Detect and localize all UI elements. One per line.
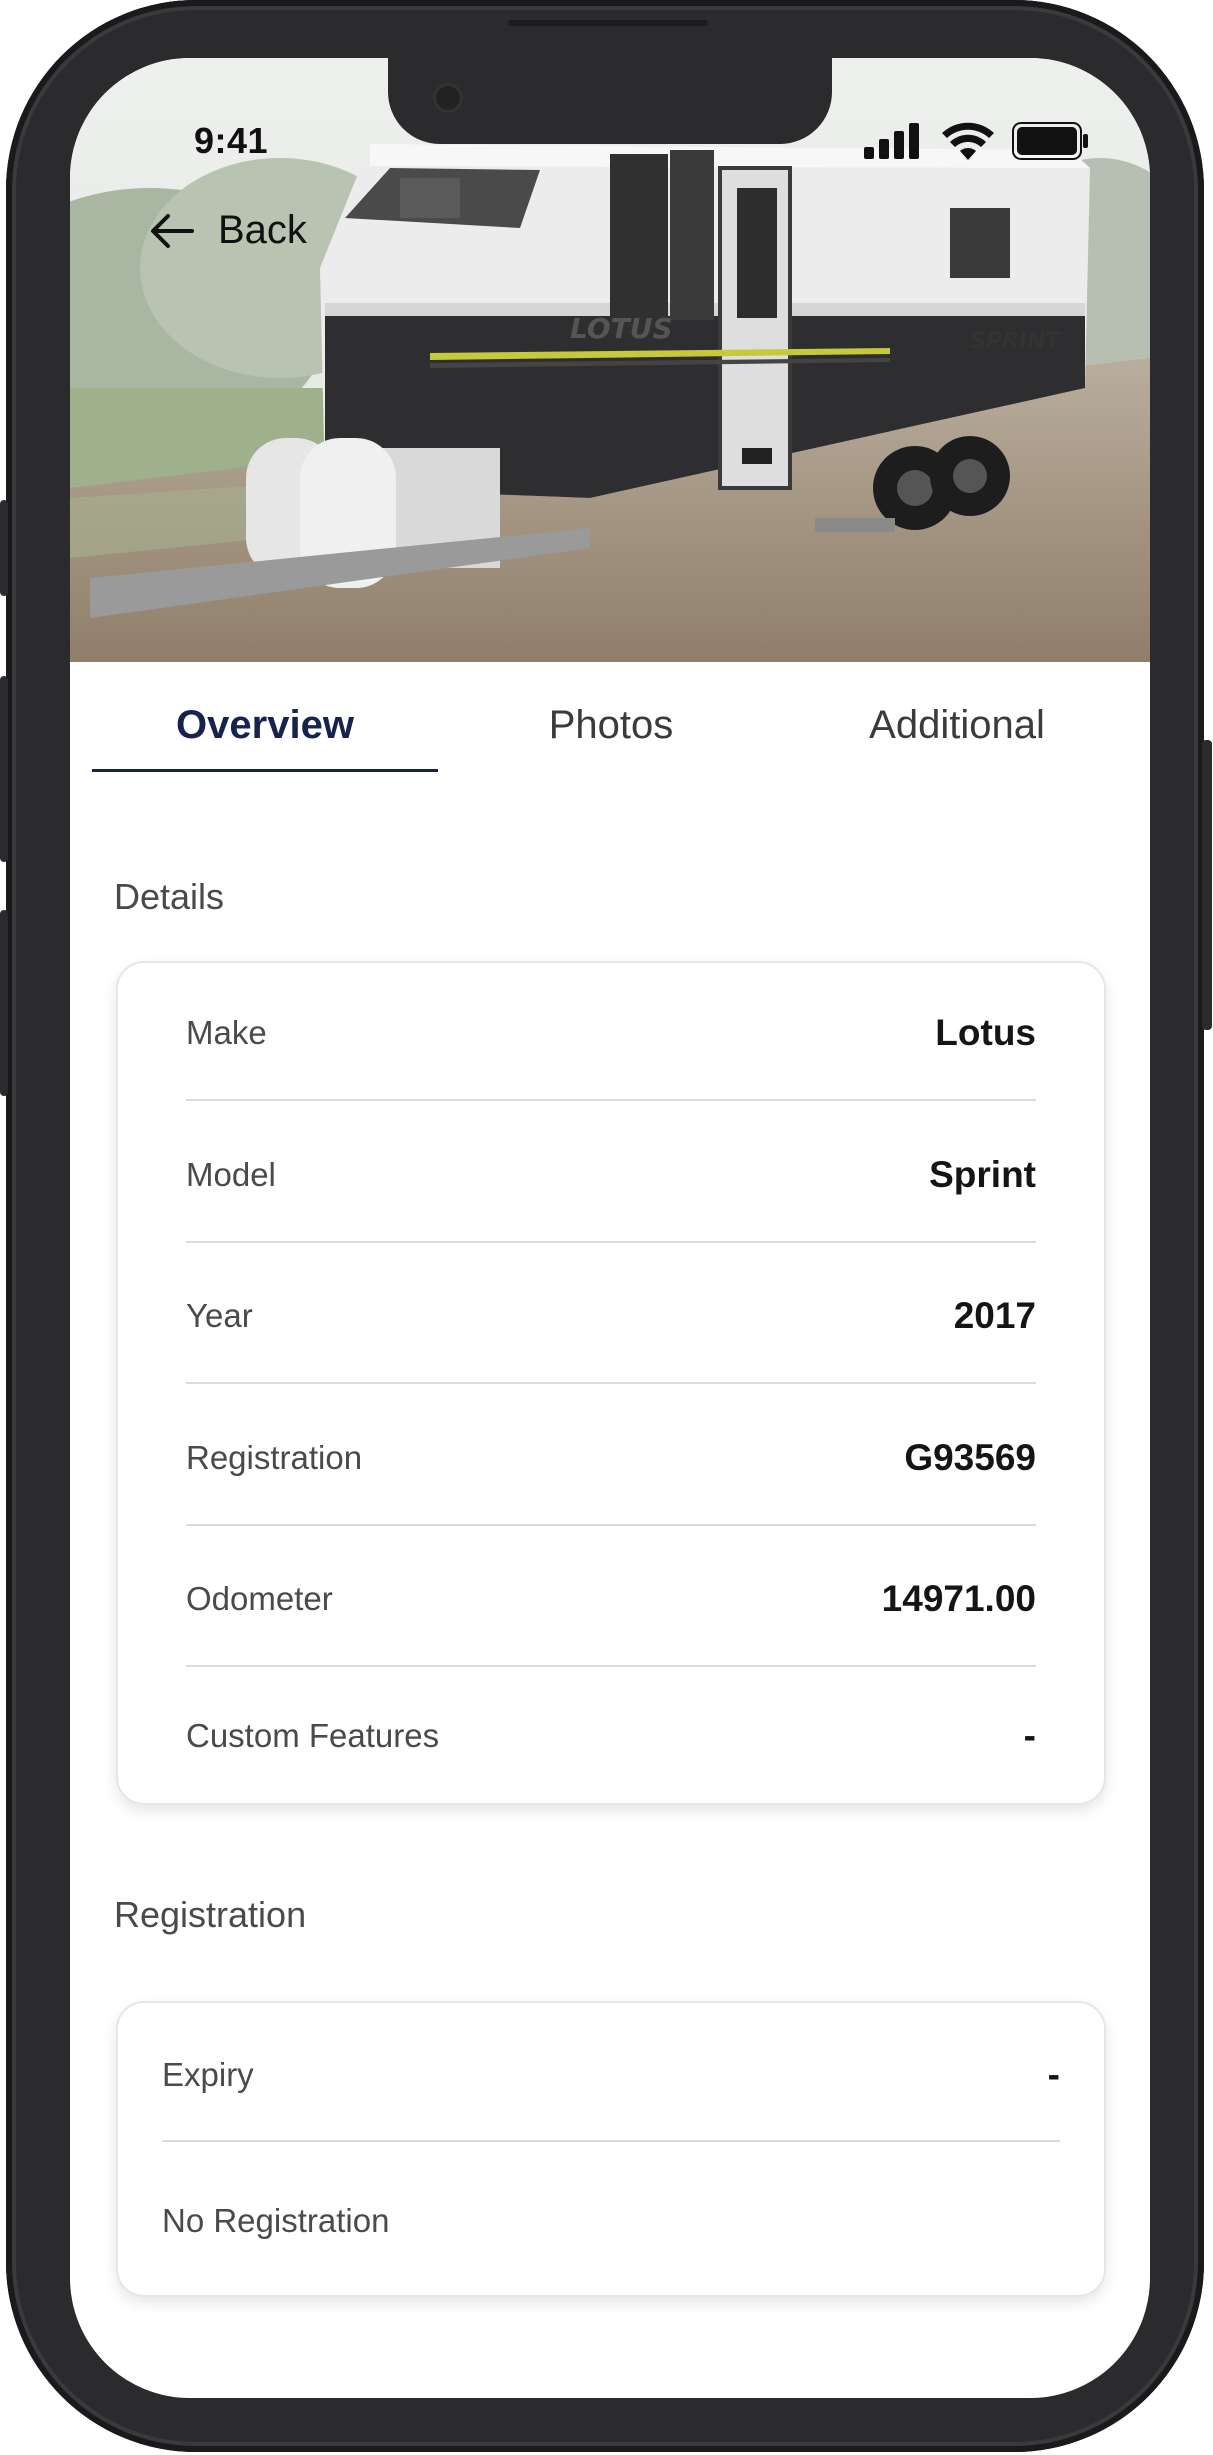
- detail-label: Model: [186, 1156, 276, 1193]
- screen: LOTUS SPRINT 9:41 Back Overview Photos A…: [70, 58, 1150, 2398]
- phone-frame: LOTUS SPRINT 9:41 Back Overview Photos A…: [0, 0, 1212, 2452]
- tab-overview[interactable]: Overview: [92, 676, 438, 772]
- row-divider: [186, 1524, 1036, 1526]
- detail-row-make: Make Lotus: [186, 991, 1036, 1075]
- caravan-model-text: SPRINT: [970, 329, 1063, 354]
- tab-bar: Overview Photos Additional: [92, 676, 1132, 772]
- detail-label: Custom Features: [186, 1717, 440, 1754]
- detail-value: Lotus: [935, 1012, 1036, 1053]
- detail-value: Sprint: [929, 1154, 1036, 1195]
- expiry-value: -: [1047, 2054, 1060, 2095]
- row-divider: [186, 1382, 1036, 1384]
- detail-row-custom-features: Custom Features -: [186, 1697, 1036, 1775]
- details-section-title: Details: [114, 876, 225, 917]
- cellular-signal-icon: [864, 123, 919, 159]
- registration-card: Expiry - No Registration: [116, 2001, 1106, 2297]
- front-camera: [436, 86, 460, 110]
- side-button-left-mid: [0, 676, 8, 862]
- detail-value: 14971.00: [881, 1578, 1036, 1619]
- back-label: Back: [218, 208, 307, 252]
- detail-row-odometer: Odometer 14971.00: [186, 1557, 1036, 1641]
- side-button-right: [1202, 740, 1212, 1030]
- tab-additional[interactable]: Additional: [784, 676, 1130, 772]
- battery-icon: [1012, 122, 1088, 160]
- detail-label: Year: [186, 1297, 253, 1334]
- detail-label: Odometer: [186, 1580, 333, 1617]
- expiry-label: Expiry: [162, 2056, 254, 2093]
- back-button[interactable]: Back: [150, 208, 307, 253]
- detail-row-model: Model Sprint: [186, 1133, 1036, 1217]
- caravan-brand-text: LOTUS: [570, 312, 673, 345]
- details-card: Make Lotus Model Sprint Year 2017 Regist…: [116, 961, 1106, 1805]
- registration-status-row: No Registration: [162, 2183, 1060, 2259]
- detail-label: Registration: [186, 1439, 363, 1476]
- detail-value: G93569: [904, 1437, 1036, 1478]
- detail-value: -: [1023, 1715, 1036, 1756]
- registration-section-title: Registration: [114, 1894, 307, 1935]
- detail-label: Make: [186, 1014, 267, 1051]
- side-button-left-top: [0, 500, 8, 596]
- side-button-left-bottom: [0, 910, 8, 1096]
- tab-photos[interactable]: Photos: [438, 676, 784, 772]
- registration-expiry-row: Expiry -: [162, 2037, 1060, 2113]
- wifi-icon: [942, 122, 994, 160]
- status-icons: [864, 122, 1090, 160]
- row-divider: [186, 1099, 1036, 1101]
- detail-row-registration: Registration G93569: [186, 1416, 1036, 1500]
- detail-value: 2017: [953, 1295, 1036, 1336]
- earpiece-speaker: [508, 20, 708, 26]
- registration-status-text: No Registration: [162, 2202, 390, 2239]
- row-divider: [186, 1241, 1036, 1243]
- arrow-left-icon: [151, 213, 194, 248]
- row-divider: [162, 2140, 1060, 2142]
- detail-row-year: Year 2017: [186, 1274, 1036, 1358]
- status-time: 9:41: [194, 120, 269, 161]
- row-divider: [186, 1665, 1036, 1667]
- notch: [388, 58, 832, 144]
